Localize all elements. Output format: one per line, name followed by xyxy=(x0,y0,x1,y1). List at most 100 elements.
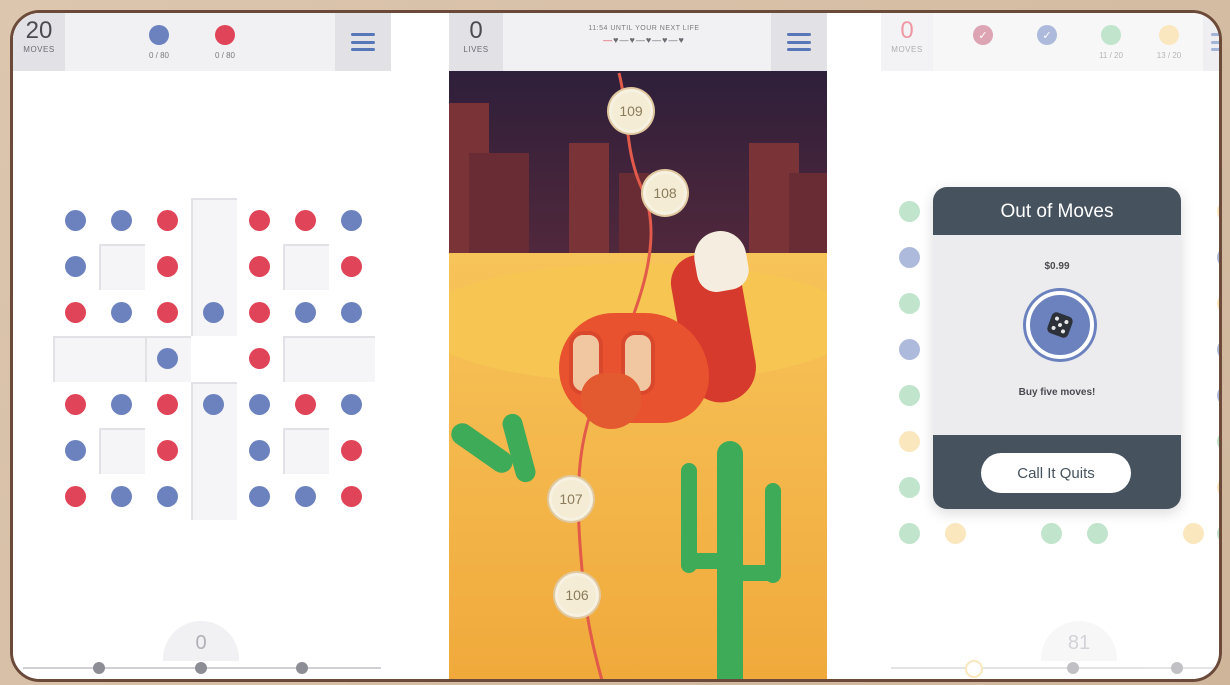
red-dot[interactable] xyxy=(341,486,362,507)
green-dot xyxy=(899,385,920,406)
blue-dot[interactable] xyxy=(157,486,178,507)
red-dot[interactable] xyxy=(295,394,316,415)
red-dot[interactable] xyxy=(157,256,178,277)
blue-dot[interactable] xyxy=(157,348,178,369)
top-bar: 0 LIVES 11:54 UNTIL YOUR NEXT LIFE —♥—♥—… xyxy=(449,13,827,71)
green-dot xyxy=(899,201,920,222)
blue-dot xyxy=(1217,385,1219,406)
blue-dot[interactable] xyxy=(111,302,132,323)
progress-marker xyxy=(93,662,105,674)
red-dot[interactable] xyxy=(65,302,86,323)
yellow-dot xyxy=(1183,523,1204,544)
moves-label: MOVES xyxy=(23,45,55,54)
green-dot xyxy=(1041,523,1062,544)
level-node-106[interactable]: 106 xyxy=(555,573,599,617)
blue-dot[interactable] xyxy=(249,394,270,415)
red-dot[interactable] xyxy=(157,210,178,231)
green-dot xyxy=(1087,523,1108,544)
hearts-icon: —♥—♥—♥—♥—♥ xyxy=(603,35,685,45)
blue-dot[interactable] xyxy=(65,440,86,461)
level-node-107[interactable]: 107 xyxy=(549,477,593,521)
green-dot xyxy=(899,523,920,544)
out-of-moves-screen: 0 MOVES ✓ ✓ 11 / 20 13 / 20 Out of Moves… xyxy=(881,13,1219,679)
blue-dot[interactable] xyxy=(341,210,362,231)
blue-dot[interactable] xyxy=(203,394,224,415)
red-dot[interactable] xyxy=(65,486,86,507)
dice-icon xyxy=(1045,310,1075,340)
green-dot xyxy=(1217,431,1219,452)
game-board-screen: 20 MOVES 0 / 80 0 / 80 0 xyxy=(13,13,391,679)
blue-dot xyxy=(1217,247,1219,268)
buy-moves-button[interactable] xyxy=(1026,291,1094,359)
progress-marker xyxy=(1067,662,1079,674)
red-dot[interactable] xyxy=(249,256,270,277)
green-dot xyxy=(1217,523,1219,544)
lives-counter: 0 LIVES xyxy=(449,13,503,71)
dot-grid[interactable] xyxy=(53,198,375,520)
blue-dot-icon xyxy=(149,25,169,45)
blue-dot[interactable] xyxy=(111,394,132,415)
yellow-dot xyxy=(899,431,920,452)
call-it-quits-button[interactable]: Call It Quits xyxy=(981,453,1131,493)
blue-dot[interactable] xyxy=(65,256,86,277)
goal-red: 0 / 80 xyxy=(205,25,245,60)
blue-dot[interactable] xyxy=(295,302,316,323)
blue-dot[interactable] xyxy=(65,210,86,231)
yellow-dot xyxy=(945,523,966,544)
red-dot[interactable] xyxy=(341,440,362,461)
menu-button[interactable] xyxy=(771,13,827,71)
menu-button[interactable] xyxy=(335,13,391,71)
blue-dot[interactable] xyxy=(341,302,362,323)
life-timer: 11:54 UNTIL YOUR NEXT LIFE —♥—♥—♥—♥—♥ xyxy=(559,25,729,45)
red-dot-icon xyxy=(215,25,235,45)
blue-dot[interactable] xyxy=(203,302,224,323)
dialog-title: Out of Moves xyxy=(933,187,1181,235)
red-dot[interactable] xyxy=(157,394,178,415)
fox-head xyxy=(581,373,641,429)
blue-dot[interactable] xyxy=(111,210,132,231)
red-dot[interactable] xyxy=(249,348,270,369)
goal-count: 0 / 80 xyxy=(148,51,169,60)
red-dot[interactable] xyxy=(157,440,178,461)
lives-value: 0 xyxy=(469,17,483,44)
yellow-dot xyxy=(1217,477,1219,498)
blue-dot[interactable] xyxy=(295,486,316,507)
red-dot[interactable] xyxy=(65,394,86,415)
blue-dot[interactable] xyxy=(249,440,270,461)
menu-icon xyxy=(351,33,375,51)
red-dot[interactable] xyxy=(341,256,362,277)
grid-wall xyxy=(283,428,329,474)
red-dot[interactable] xyxy=(157,302,178,323)
goal-count: 0 / 80 xyxy=(214,51,235,60)
progress-marker xyxy=(296,662,308,674)
yellow-dot xyxy=(1217,293,1219,314)
grid-wall xyxy=(53,336,145,382)
blue-dot xyxy=(899,247,920,268)
grid-wall xyxy=(283,244,329,290)
offer-label: Buy five moves! xyxy=(1018,387,1096,398)
level-node-109[interactable]: 109 xyxy=(609,89,653,133)
top-bar: 20 MOVES 0 / 80 0 / 80 xyxy=(13,13,391,71)
blue-dot[interactable] xyxy=(111,486,132,507)
level-map-screen: 109 108 107 106 0 LIVES 11:54 UNTIL YOUR… xyxy=(449,13,827,679)
timer-text: 11:54 UNTIL YOUR NEXT LIFE xyxy=(588,25,700,32)
goal-blue: 0 / 80 xyxy=(139,25,179,60)
grid-wall xyxy=(99,244,145,290)
red-dot[interactable] xyxy=(295,210,316,231)
blue-dot[interactable] xyxy=(341,394,362,415)
red-dot[interactable] xyxy=(249,210,270,231)
grid-wall xyxy=(283,336,375,382)
progress-marker xyxy=(1171,662,1183,674)
level-node-108[interactable]: 108 xyxy=(643,171,687,215)
blue-dot xyxy=(899,339,920,360)
progress-track xyxy=(881,639,1219,679)
star-icon xyxy=(965,660,983,678)
moves-counter: 20 MOVES xyxy=(13,13,65,71)
red-dot[interactable] xyxy=(249,302,270,323)
moves-value: 20 xyxy=(25,17,53,44)
out-of-moves-dialog: Out of Moves $0.99 Buy five moves! Call … xyxy=(933,187,1181,509)
blue-dot[interactable] xyxy=(249,486,270,507)
blue-dot xyxy=(1217,339,1219,360)
progress-marker xyxy=(195,662,207,674)
grid-wall xyxy=(99,428,145,474)
